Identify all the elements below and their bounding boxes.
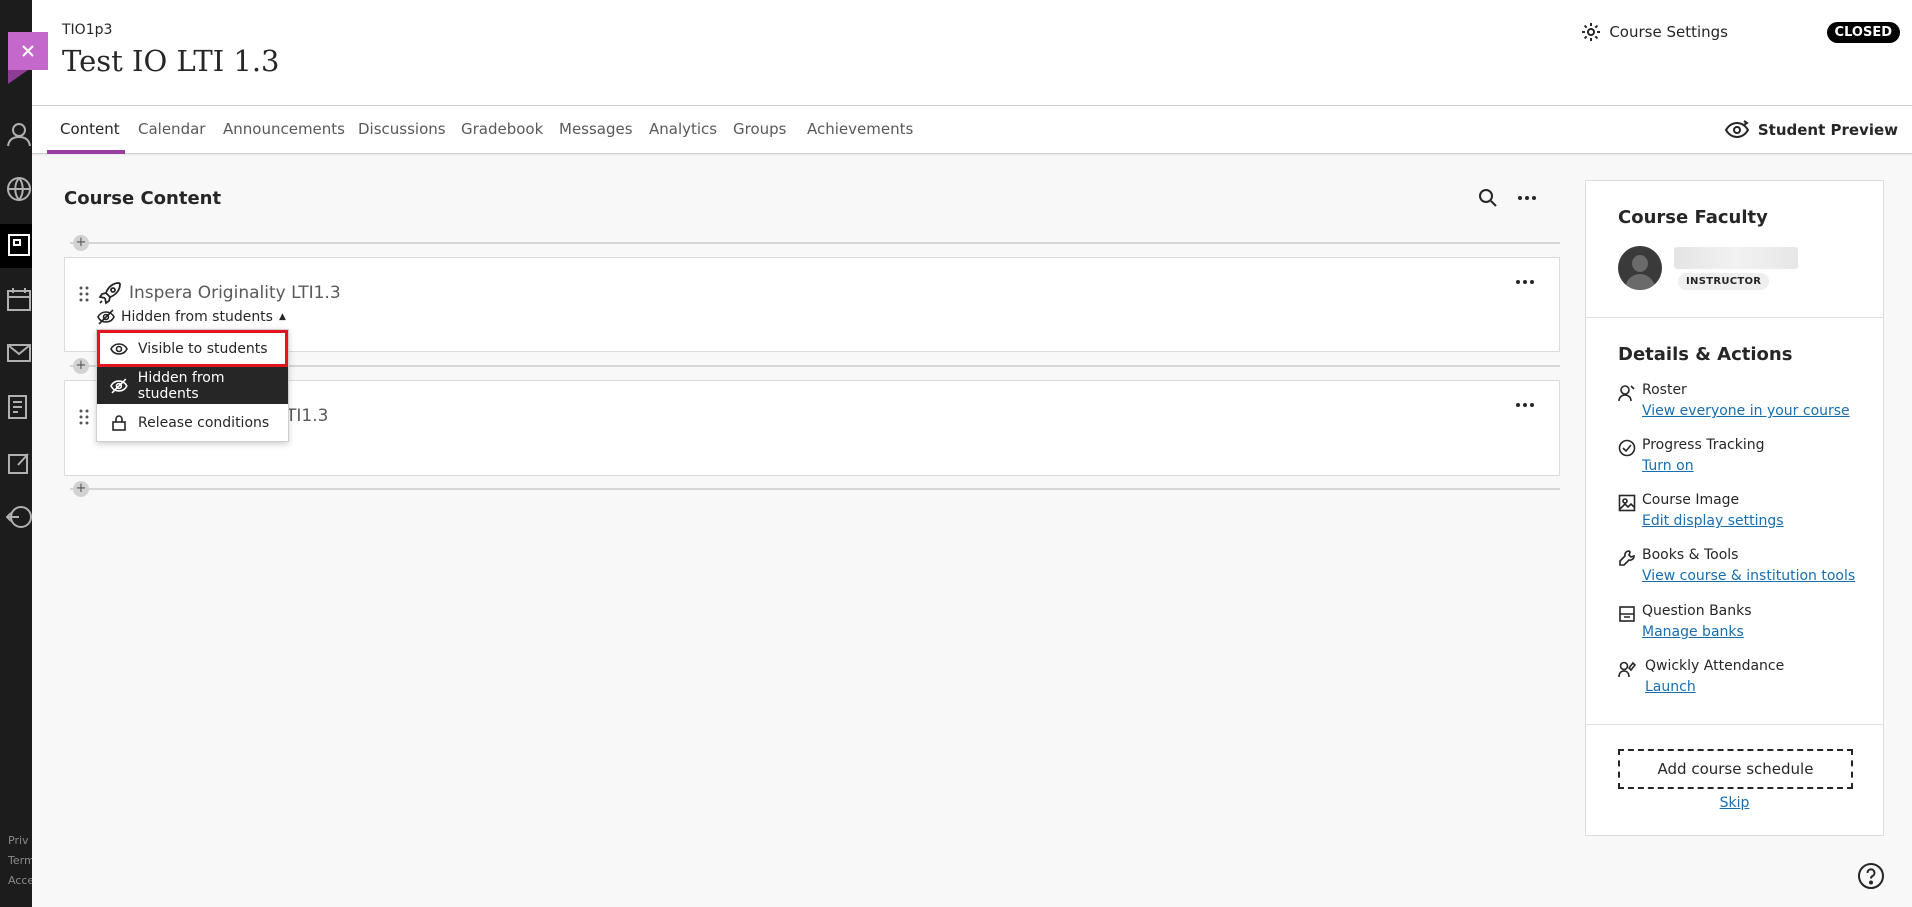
drag-handle-icon[interactable] [79, 286, 89, 302]
add-content-icon[interactable]: + [73, 481, 89, 497]
image-icon [1618, 494, 1636, 512]
visibility-toggle[interactable]: Hidden from students ▲ [97, 309, 286, 325]
bank-icon [1619, 606, 1635, 622]
tab-analytics[interactable]: Analytics [649, 120, 717, 138]
edit-icon[interactable] [6, 450, 32, 476]
close-button-tail [8, 70, 48, 84]
globe-icon[interactable] [6, 176, 32, 202]
role-badge: INSTRUCTOR [1678, 273, 1770, 290]
option-visible-to-students[interactable]: Visible to students [97, 330, 288, 367]
content-item-title[interactable]: Inspera Originality LTI1.3 [129, 283, 341, 303]
tab-gradebook[interactable]: Gradebook [461, 120, 543, 138]
detail-label: Question Banks [1642, 603, 1752, 619]
course-details-panel: Course Faculty INSTRUCTOR Details & Acti… [1585, 180, 1884, 836]
avatar[interactable] [1618, 246, 1662, 290]
visibility-dropdown: Visible to students Hidden from students… [96, 329, 289, 442]
add-content-icon[interactable]: + [73, 235, 89, 251]
wrench-icon [1619, 550, 1635, 566]
detail-label: Progress Tracking [1642, 437, 1765, 453]
detail-label: Roster [1642, 382, 1687, 398]
course-settings-button[interactable]: Course Settings [1581, 22, 1728, 42]
content-divider [70, 488, 1560, 490]
grades-icon[interactable] [6, 394, 32, 420]
panel-divider [1586, 724, 1883, 725]
rocket-icon [98, 282, 121, 305]
lock-icon [112, 414, 126, 431]
tab-calendar[interactable]: Calendar [138, 120, 205, 138]
close-course-button[interactable] [8, 32, 48, 70]
student-preview-label: Student Preview [1757, 121, 1898, 139]
drag-handle-icon[interactable] [79, 409, 89, 425]
check-circle-icon [1618, 439, 1636, 457]
content-item-title[interactable]: TI1.3 [286, 406, 328, 426]
visibility-label: Hidden from students [121, 309, 273, 325]
detail-label: Books & Tools [1642, 547, 1739, 563]
course-title: Test IO LTI 1.3 [62, 44, 280, 78]
tab-announcements[interactable]: Announcements [223, 120, 345, 138]
eye-refresh-icon [1724, 120, 1750, 139]
content-divider [70, 365, 1560, 367]
faculty-name-redacted [1674, 247, 1798, 269]
skip-link[interactable]: Skip [1586, 795, 1883, 811]
roster-link[interactable]: View everyone in your course [1642, 403, 1850, 419]
course-header: TIO1p3 Test IO LTI 1.3 Course Settings C… [32, 0, 1912, 106]
tab-content[interactable]: Content [60, 120, 120, 138]
roster-icon [1618, 385, 1635, 402]
active-tab-indicator [47, 150, 125, 154]
left-rail: Priv Term Acce [0, 0, 32, 907]
option-label: Hidden from students [137, 369, 225, 402]
eye-icon [110, 342, 128, 355]
option-hidden-from-students[interactable]: Hidden from students [97, 367, 288, 404]
rail-footer-accessibility[interactable]: Acce [8, 874, 32, 887]
eye-slash-icon [97, 309, 115, 325]
status-badge: CLOSED [1826, 22, 1900, 43]
option-release-conditions[interactable]: Release conditions [97, 404, 288, 441]
progress-tracking-link[interactable]: Turn on [1642, 458, 1694, 474]
course-code: TIO1p3 [62, 22, 113, 38]
calendar-icon[interactable] [6, 286, 32, 312]
details-title: Details & Actions [1618, 344, 1793, 365]
add-content-icon[interactable]: + [73, 358, 89, 374]
user-icon[interactable] [6, 121, 32, 147]
course-image-link[interactable]: Edit display settings [1642, 513, 1784, 529]
course-content-title: Course Content [64, 188, 222, 209]
attendance-icon [1618, 661, 1636, 678]
attendance-launch-link[interactable]: Launch [1645, 679, 1696, 695]
faculty-title: Course Faculty [1618, 207, 1768, 228]
caret-up-icon: ▲ [278, 312, 286, 322]
option-label: Release conditions [138, 414, 270, 431]
tab-groups[interactable]: Groups [733, 120, 786, 138]
rail-footer-terms[interactable]: Term [8, 854, 32, 867]
tab-achievements[interactable]: Achievements [807, 120, 913, 138]
question-banks-link[interactable]: Manage banks [1642, 624, 1744, 640]
eye-slash-icon [110, 378, 128, 393]
rail-footer-privacy[interactable]: Priv [8, 834, 29, 847]
mail-icon[interactable] [6, 340, 32, 366]
detail-label: Course Image [1642, 492, 1740, 508]
panel-divider [1586, 317, 1883, 318]
sign-out-icon[interactable] [5, 504, 32, 530]
item-more-options-icon[interactable] [1513, 270, 1537, 294]
tab-discussions[interactable]: Discussions [358, 120, 446, 138]
course-settings-label: Course Settings [1609, 23, 1728, 41]
books-tools-link[interactable]: View course & institution tools [1642, 568, 1855, 584]
content-divider [70, 242, 1560, 244]
search-icon[interactable] [1476, 186, 1500, 210]
courses-icon[interactable] [6, 232, 32, 258]
option-label: Visible to students [138, 340, 268, 357]
help-icon[interactable] [1857, 862, 1885, 890]
detail-label: Qwickly Attendance [1645, 658, 1785, 674]
more-options-icon[interactable] [1515, 186, 1539, 210]
course-nav: Content Calendar Announcements Discussio… [32, 106, 1912, 154]
add-course-schedule-button[interactable]: Add course schedule [1618, 749, 1853, 789]
tab-messages[interactable]: Messages [559, 120, 633, 138]
student-preview-button[interactable]: Student Preview [1724, 118, 1898, 142]
gear-icon [1582, 23, 1601, 41]
item-more-options-icon[interactable] [1513, 393, 1537, 417]
close-icon [22, 45, 34, 57]
